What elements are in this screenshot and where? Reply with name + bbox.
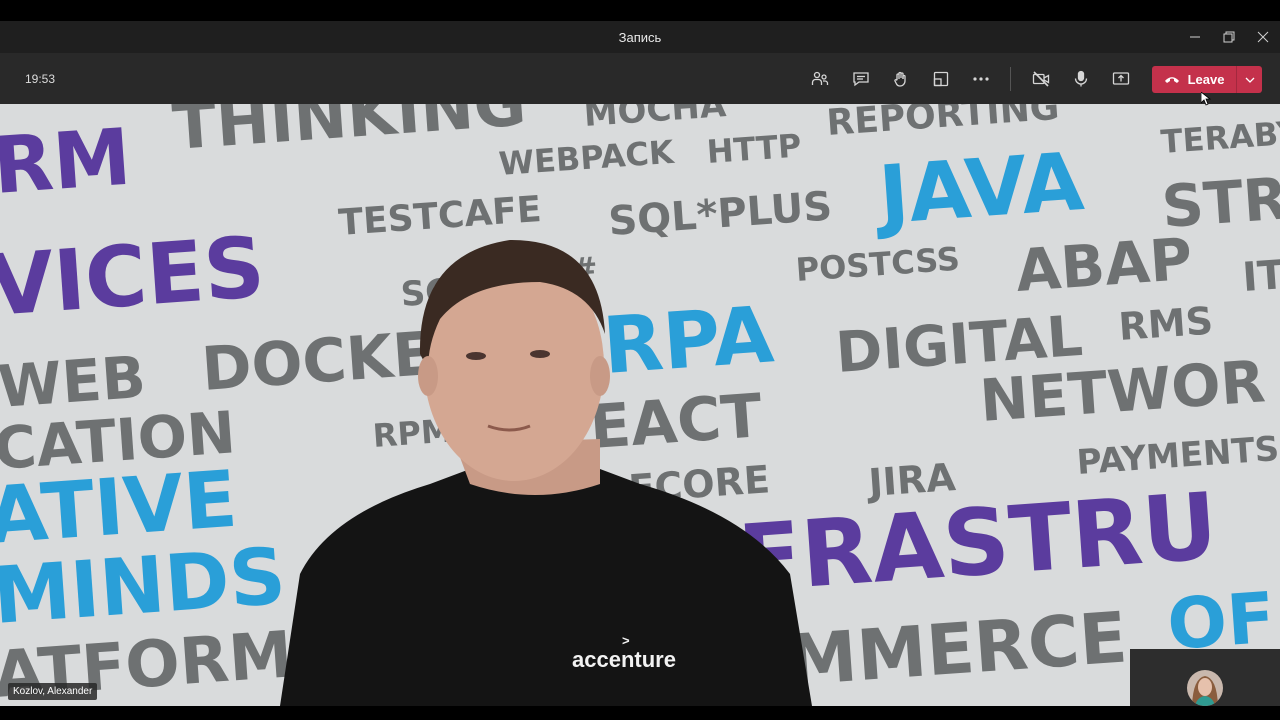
window-controls — [1178, 21, 1280, 53]
hang-up-icon — [1164, 76, 1179, 83]
people-icon — [811, 71, 829, 85]
presenter-eye-right — [530, 350, 550, 358]
share-screen-icon — [1112, 72, 1130, 85]
video-stage: THINKING MOCHA REPORTING RM WEBPACK HTTP… — [0, 104, 1280, 706]
letterbox-top — [0, 0, 1280, 21]
mic-icon — [1074, 70, 1088, 87]
leave-button-group: Leave — [1152, 66, 1262, 93]
letterbox-bottom — [0, 706, 1280, 720]
camera-off-icon — [1032, 71, 1050, 87]
mouse-cursor-icon — [1201, 92, 1211, 106]
teams-meeting-window: Запись 19:53 Leave THINKING MOCHA REPORT… — [0, 21, 1280, 706]
restore-icon — [1223, 31, 1235, 43]
presenter-ear-left — [418, 356, 438, 396]
avatar-image — [1187, 670, 1223, 706]
presenter-video: accenture > — [280, 239, 812, 706]
presenter-eye-left — [466, 352, 486, 360]
self-view-tile[interactable] — [1130, 649, 1280, 706]
minimize-button[interactable] — [1178, 21, 1212, 53]
more-actions-button[interactable] — [969, 67, 993, 91]
title-bar: Запись — [0, 21, 1280, 53]
close-button[interactable] — [1246, 21, 1280, 53]
breakout-icon — [933, 71, 949, 87]
leave-button[interactable]: Leave — [1152, 66, 1236, 93]
chat-icon — [853, 72, 869, 87]
more-icon — [973, 77, 989, 81]
presenter-torso — [280, 469, 812, 706]
raise-hand-button[interactable] — [889, 67, 913, 91]
self-avatar — [1187, 670, 1223, 706]
minimize-icon — [1190, 36, 1200, 38]
toolbar-divider — [1010, 67, 1011, 91]
camera-toggle-button[interactable] — [1029, 67, 1053, 91]
raise-hand-icon — [894, 71, 906, 87]
leave-label: Leave — [1187, 72, 1225, 87]
leave-options-dropdown[interactable] — [1236, 66, 1262, 93]
meeting-timer: 19:53 — [25, 72, 56, 86]
mic-toggle-button[interactable] — [1069, 67, 1093, 91]
show-participants-button[interactable] — [808, 67, 832, 91]
share-screen-button[interactable] — [1109, 67, 1133, 91]
close-icon — [1257, 31, 1269, 43]
window-title: Запись — [618, 29, 662, 45]
participant-name-tag: Kozlov, Alexander — [8, 683, 98, 700]
breakout-rooms-button[interactable] — [929, 67, 953, 91]
meeting-toolbar: 19:53 Leave — [0, 53, 1280, 104]
show-chat-button[interactable] — [849, 67, 873, 91]
shirt-logo-arrow: > — [622, 633, 630, 648]
chevron-down-icon — [1245, 77, 1254, 83]
shirt-logo: accenture — [572, 647, 676, 672]
presenter-ear-right — [590, 356, 610, 396]
restore-button[interactable] — [1212, 21, 1246, 53]
